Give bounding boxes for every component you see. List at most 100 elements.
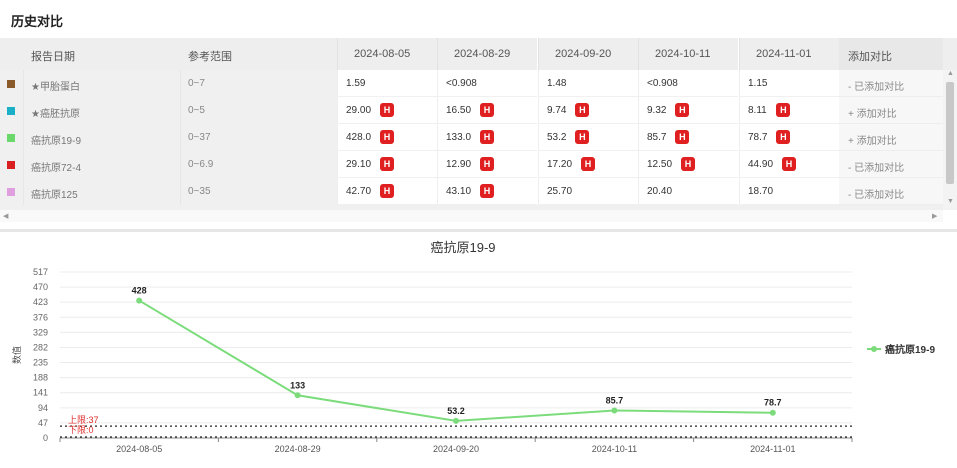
- header-report-date: 报告日期: [31, 51, 75, 63]
- series-color-swatch: [7, 161, 15, 169]
- value-cell: 25.70: [538, 178, 638, 205]
- scroll-right-arrow-icon[interactable]: ▶: [932, 212, 937, 220]
- column-separator: [23, 178, 24, 205]
- reference-range: 0~7: [188, 78, 205, 89]
- value-text: 12.90: [446, 159, 472, 170]
- vertical-scrollbar[interactable]: ▲ ▼: [943, 70, 957, 210]
- table-row: ★甲胎蛋白 0~7 1.59 <0.908 1.48 <0.908 1.15 - 已添加对比: [0, 70, 943, 97]
- x-tick-label: 2024-09-20: [433, 444, 479, 454]
- add-compare-label[interactable]: + 添加对比: [848, 132, 897, 147]
- add-compare-toggle[interactable]: - 已添加对比: [839, 178, 943, 205]
- y-tick-label: 235: [33, 358, 48, 368]
- value-cell: 12.50 H: [638, 151, 738, 178]
- value-text: 9.32: [647, 105, 667, 116]
- value-text: 1.15: [748, 78, 768, 89]
- value-cell: 1.48: [538, 70, 638, 97]
- header-date-column: 2024-08-05: [337, 38, 437, 70]
- indicator-name: ★甲胎蛋白: [31, 82, 80, 93]
- line-chart-svg: 癌抗原19-9 数值 0 47 94 141 188 235 282 329 376 423 470 51…: [11, 240, 935, 454]
- data-label: 428: [132, 286, 147, 296]
- horizontal-scrollbar[interactable]: ◀ ▶: [0, 210, 943, 222]
- column-separator: [180, 151, 181, 178]
- value-cell: 53.2 H: [538, 124, 638, 151]
- value-cell: <0.908: [638, 70, 738, 97]
- add-compare-toggle[interactable]: - 已添加对比: [839, 70, 943, 97]
- header-ref-range: 参考范围: [188, 51, 232, 63]
- value-text: 9.74: [547, 105, 567, 116]
- data-point: [611, 407, 618, 414]
- indicator-name: 癌抗原72-4: [31, 163, 82, 174]
- high-flag-badge: H: [776, 130, 791, 144]
- lower-limit-label: 下限:0: [68, 425, 94, 435]
- x-tick-label: 2024-11-01: [750, 444, 795, 454]
- row-fixed-part: ★癌胚抗原 0~5: [0, 97, 337, 124]
- high-flag-badge: H: [480, 184, 494, 198]
- header-date-column: 2024-08-29: [437, 38, 537, 70]
- data-point: [769, 409, 776, 416]
- value-text: 1.48: [547, 78, 567, 89]
- header-action: 添加对比: [839, 38, 943, 70]
- value-cell: 29.00 H: [337, 97, 437, 124]
- scroll-down-arrow-icon[interactable]: ▼: [947, 198, 954, 205]
- value-text: 43.10: [446, 186, 472, 197]
- data-label: 53.2: [447, 406, 465, 416]
- high-flag-badge: H: [675, 103, 690, 117]
- column-separator: [180, 124, 181, 151]
- y-tick-label: 470: [33, 282, 48, 292]
- high-flag-badge: H: [380, 184, 394, 198]
- data-point: [294, 392, 301, 399]
- high-flag-badge: H: [380, 157, 394, 171]
- x-tick-label: 2024-10-11: [592, 444, 637, 454]
- data-label: 78.7: [764, 398, 782, 408]
- high-flag-badge: H: [782, 157, 796, 171]
- reference-range: 0~5: [188, 105, 205, 116]
- add-compare-label[interactable]: - 已添加对比: [848, 159, 904, 174]
- table-row: 癌抗原125 0~35 42.70 H 43.10 H 25.70 20.40 18.70 - 已…: [0, 178, 943, 205]
- series-line: [138, 299, 773, 422]
- row-fixed-part: ★甲胎蛋白 0~7: [0, 70, 337, 97]
- header-action-label: 添加对比: [848, 51, 892, 63]
- header-filler: [943, 38, 957, 70]
- value-cell: 9.74 H: [538, 97, 638, 124]
- reference-range: 0~35: [188, 186, 211, 197]
- value-text: 428.0: [346, 132, 372, 143]
- indicator-name: 癌抗原125: [31, 190, 78, 201]
- vertical-scroll-thumb[interactable]: [946, 82, 954, 184]
- value-cell: <0.908: [437, 70, 537, 97]
- header-date-column: 2024-10-11: [638, 38, 738, 70]
- add-compare-label[interactable]: - 已添加对比: [848, 78, 904, 93]
- high-flag-badge: H: [575, 103, 590, 117]
- scroll-left-arrow-icon[interactable]: ◀: [3, 212, 8, 220]
- high-flag-badge: H: [380, 130, 394, 144]
- legend-marker: [871, 346, 877, 352]
- series-color-swatch: [7, 107, 15, 115]
- value-text: 78.7: [748, 132, 768, 143]
- value-cell: 8.11 H: [739, 97, 839, 124]
- series-color-swatch: [7, 188, 15, 196]
- page-header: 历史对比: [0, 0, 957, 38]
- value-text: 20.40: [647, 186, 673, 197]
- table-row: 癌抗原19-9 0~37 428.0 H 133.0 H 53.2 H 85.7 H 78.7 H + …: [0, 124, 943, 151]
- add-compare-label[interactable]: - 已添加对比: [848, 186, 904, 201]
- value-text: 18.70: [748, 186, 774, 197]
- column-separator: [23, 70, 24, 97]
- row-fixed-part: 癌抗原19-9 0~37: [0, 124, 337, 151]
- value-text: 85.7: [647, 132, 667, 143]
- scroll-up-arrow-icon[interactable]: ▲: [947, 70, 954, 77]
- value-text: 12.50: [647, 159, 673, 170]
- value-text: 8.11: [748, 105, 767, 116]
- column-separator: [180, 70, 181, 97]
- add-compare-toggle[interactable]: + 添加对比: [839, 124, 943, 151]
- high-flag-badge: H: [675, 130, 690, 144]
- y-axis-label: 数值: [11, 346, 22, 364]
- add-compare-label[interactable]: + 添加对比: [848, 105, 897, 120]
- add-compare-toggle[interactable]: - 已添加对比: [839, 151, 943, 178]
- y-tick-label: 423: [33, 297, 48, 307]
- row-fixed-part: 癌抗原72-4 0~6.9: [0, 151, 337, 178]
- value-cell: 16.50 H: [437, 97, 537, 124]
- legend-label: 癌抗原19-9: [885, 343, 935, 356]
- add-compare-toggle[interactable]: + 添加对比: [839, 97, 943, 124]
- header-date-label: 2024-11-01: [756, 48, 812, 60]
- value-text: 25.70: [547, 186, 573, 197]
- value-text: <0.908: [647, 78, 678, 89]
